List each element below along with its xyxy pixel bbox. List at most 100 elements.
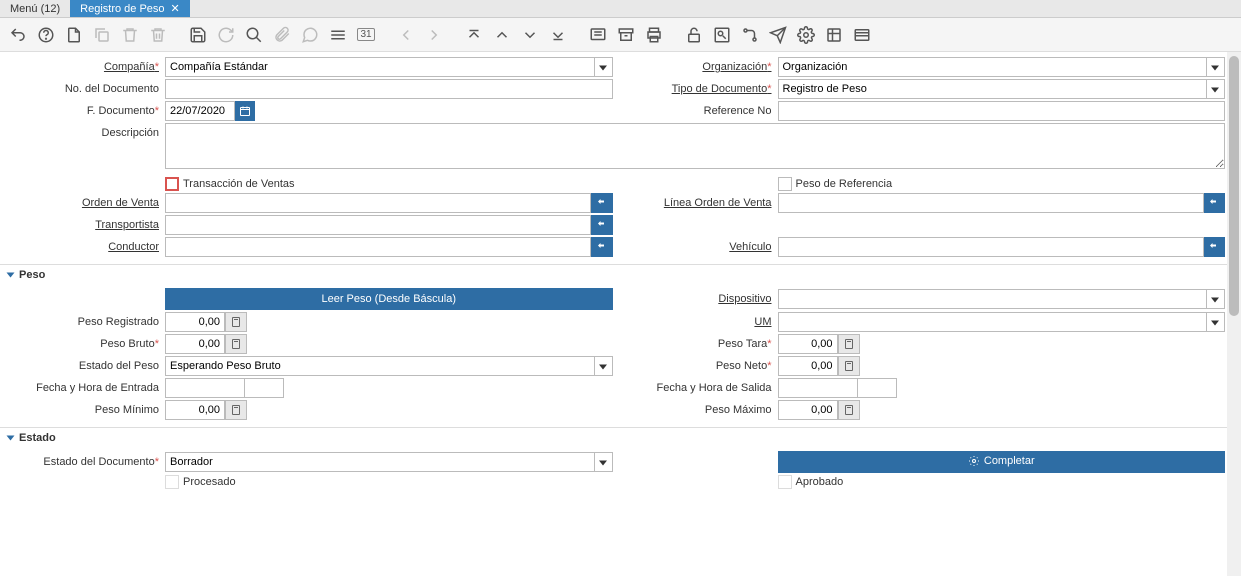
reg-input[interactable] [165,312,225,332]
veh-input[interactable] [778,237,1204,257]
um-label: UM [613,316,778,328]
bruto-calc-icon[interactable] [225,334,247,354]
undo-icon[interactable] [6,23,30,47]
um-select[interactable] [778,312,1226,332]
first-icon[interactable] [462,23,486,47]
scrollbar-thumb[interactable] [1229,56,1239,316]
salida-date-input[interactable] [778,378,858,398]
csv-icon[interactable] [850,23,874,47]
numdoc-input[interactable] [165,79,613,99]
bruto-input[interactable] [165,334,225,354]
trans-label: Transportista [0,219,165,231]
scrollbar[interactable] [1227,52,1241,576]
neto-label: Peso Neto* [613,360,778,372]
zoom-icon[interactable] [710,23,734,47]
compania-label: Compañía* [0,61,165,73]
min-calc-icon[interactable] [225,400,247,420]
grid-icon[interactable] [326,23,350,47]
print-icon[interactable] [642,23,666,47]
tab-registro-peso[interactable]: Registro de Peso ✕ [70,0,190,17]
tab-bar: Menú (12) Registro de Peso ✕ [0,0,1241,18]
delete-icon [118,23,142,47]
numdoc-label: No. del Documento [0,83,165,95]
estado-doc-select[interactable]: Borrador [165,452,613,472]
down-icon[interactable] [518,23,542,47]
completar-button-label: Completar [984,455,1035,467]
estado-peso-select[interactable]: Esperando Peso Bruto [165,356,613,376]
lock-icon[interactable] [682,23,706,47]
peso-ref-checkbox[interactable] [778,177,792,191]
salida-time-input[interactable] [857,378,897,398]
max-calc-icon[interactable] [838,400,860,420]
save-icon[interactable] [186,23,210,47]
calendar-picker-icon[interactable] [235,101,255,121]
chat-icon [298,23,322,47]
disp-select[interactable] [778,289,1226,309]
close-icon[interactable]: ✕ [171,0,180,18]
linea-lookup-icon[interactable] [1204,193,1225,213]
up-icon[interactable] [490,23,514,47]
desc-textarea[interactable] [165,123,1225,169]
entrada-date-input[interactable] [165,378,245,398]
tab-menu-label: Menú (12) [10,0,60,18]
trans-input[interactable] [165,215,591,235]
reg-label: Peso Registrado [0,316,165,328]
entrada-time-input[interactable] [244,378,284,398]
last-icon[interactable] [546,23,570,47]
calendar-icon[interactable]: 31 [354,23,378,47]
orden-lookup-icon[interactable] [591,193,612,213]
reg-calc-icon[interactable] [225,312,247,332]
help-icon[interactable] [34,23,58,47]
collapse-icon [7,273,15,278]
cond-lookup-icon[interactable] [591,237,612,257]
linea-input[interactable] [778,193,1204,213]
tara-calc-icon[interactable] [838,334,860,354]
veh-lookup-icon[interactable] [1204,237,1225,257]
collapse-icon [7,436,15,441]
refresh-icon [214,23,238,47]
trans-lookup-icon[interactable] [591,215,612,235]
estado-section-header[interactable]: Estado [0,427,1241,446]
completar-button[interactable]: Completar [778,451,1226,473]
copy-icon [90,23,114,47]
min-input[interactable] [165,400,225,420]
compania-select[interactable]: Compañía Estándar [165,57,613,77]
aprobado-checkbox [778,475,792,489]
refno-input[interactable] [778,101,1226,121]
org-label: Organización* [613,61,778,73]
form-body: Compañía* Compañía Estándar Organización… [0,52,1241,258]
org-select[interactable]: Organización [778,57,1226,77]
peso-section-title: Peso [19,269,45,281]
fdoc-input[interactable] [165,101,235,121]
new-icon[interactable] [62,23,86,47]
send-icon[interactable] [766,23,790,47]
min-label: Peso Mínimo [0,404,165,416]
refno-label: Reference No [613,105,778,117]
tara-label: Peso Tara* [613,338,778,350]
max-input[interactable] [778,400,838,420]
tab-menu[interactable]: Menú (12) [0,0,70,17]
attach-icon [270,23,294,47]
neto-calc-icon[interactable] [838,356,860,376]
leer-peso-button[interactable]: Leer Peso (Desde Báscula) [165,288,613,310]
fdoc-label: F. Documento* [0,105,165,117]
neto-input[interactable] [778,356,838,376]
trx-ventas-checkbox[interactable] [165,177,179,191]
report-icon[interactable] [586,23,610,47]
cond-input[interactable] [165,237,591,257]
tara-input[interactable] [778,334,838,354]
product-icon[interactable] [822,23,846,47]
estado-peso-label: Estado del Peso [0,360,165,372]
search-icon[interactable] [242,23,266,47]
gear-icon[interactable] [794,23,818,47]
orden-input[interactable] [165,193,591,213]
max-label: Peso Máximo [613,404,778,416]
delete2-icon [146,23,170,47]
peso-ref-label: Peso de Referencia [796,178,893,190]
workflow-icon[interactable] [738,23,762,47]
tab-active-label: Registro de Peso [80,0,164,18]
desc-label: Descripción [0,123,165,139]
tipodoc-select[interactable]: Registro de Peso [778,79,1226,99]
peso-section-header[interactable]: Peso [0,264,1241,283]
archive-icon[interactable] [614,23,638,47]
